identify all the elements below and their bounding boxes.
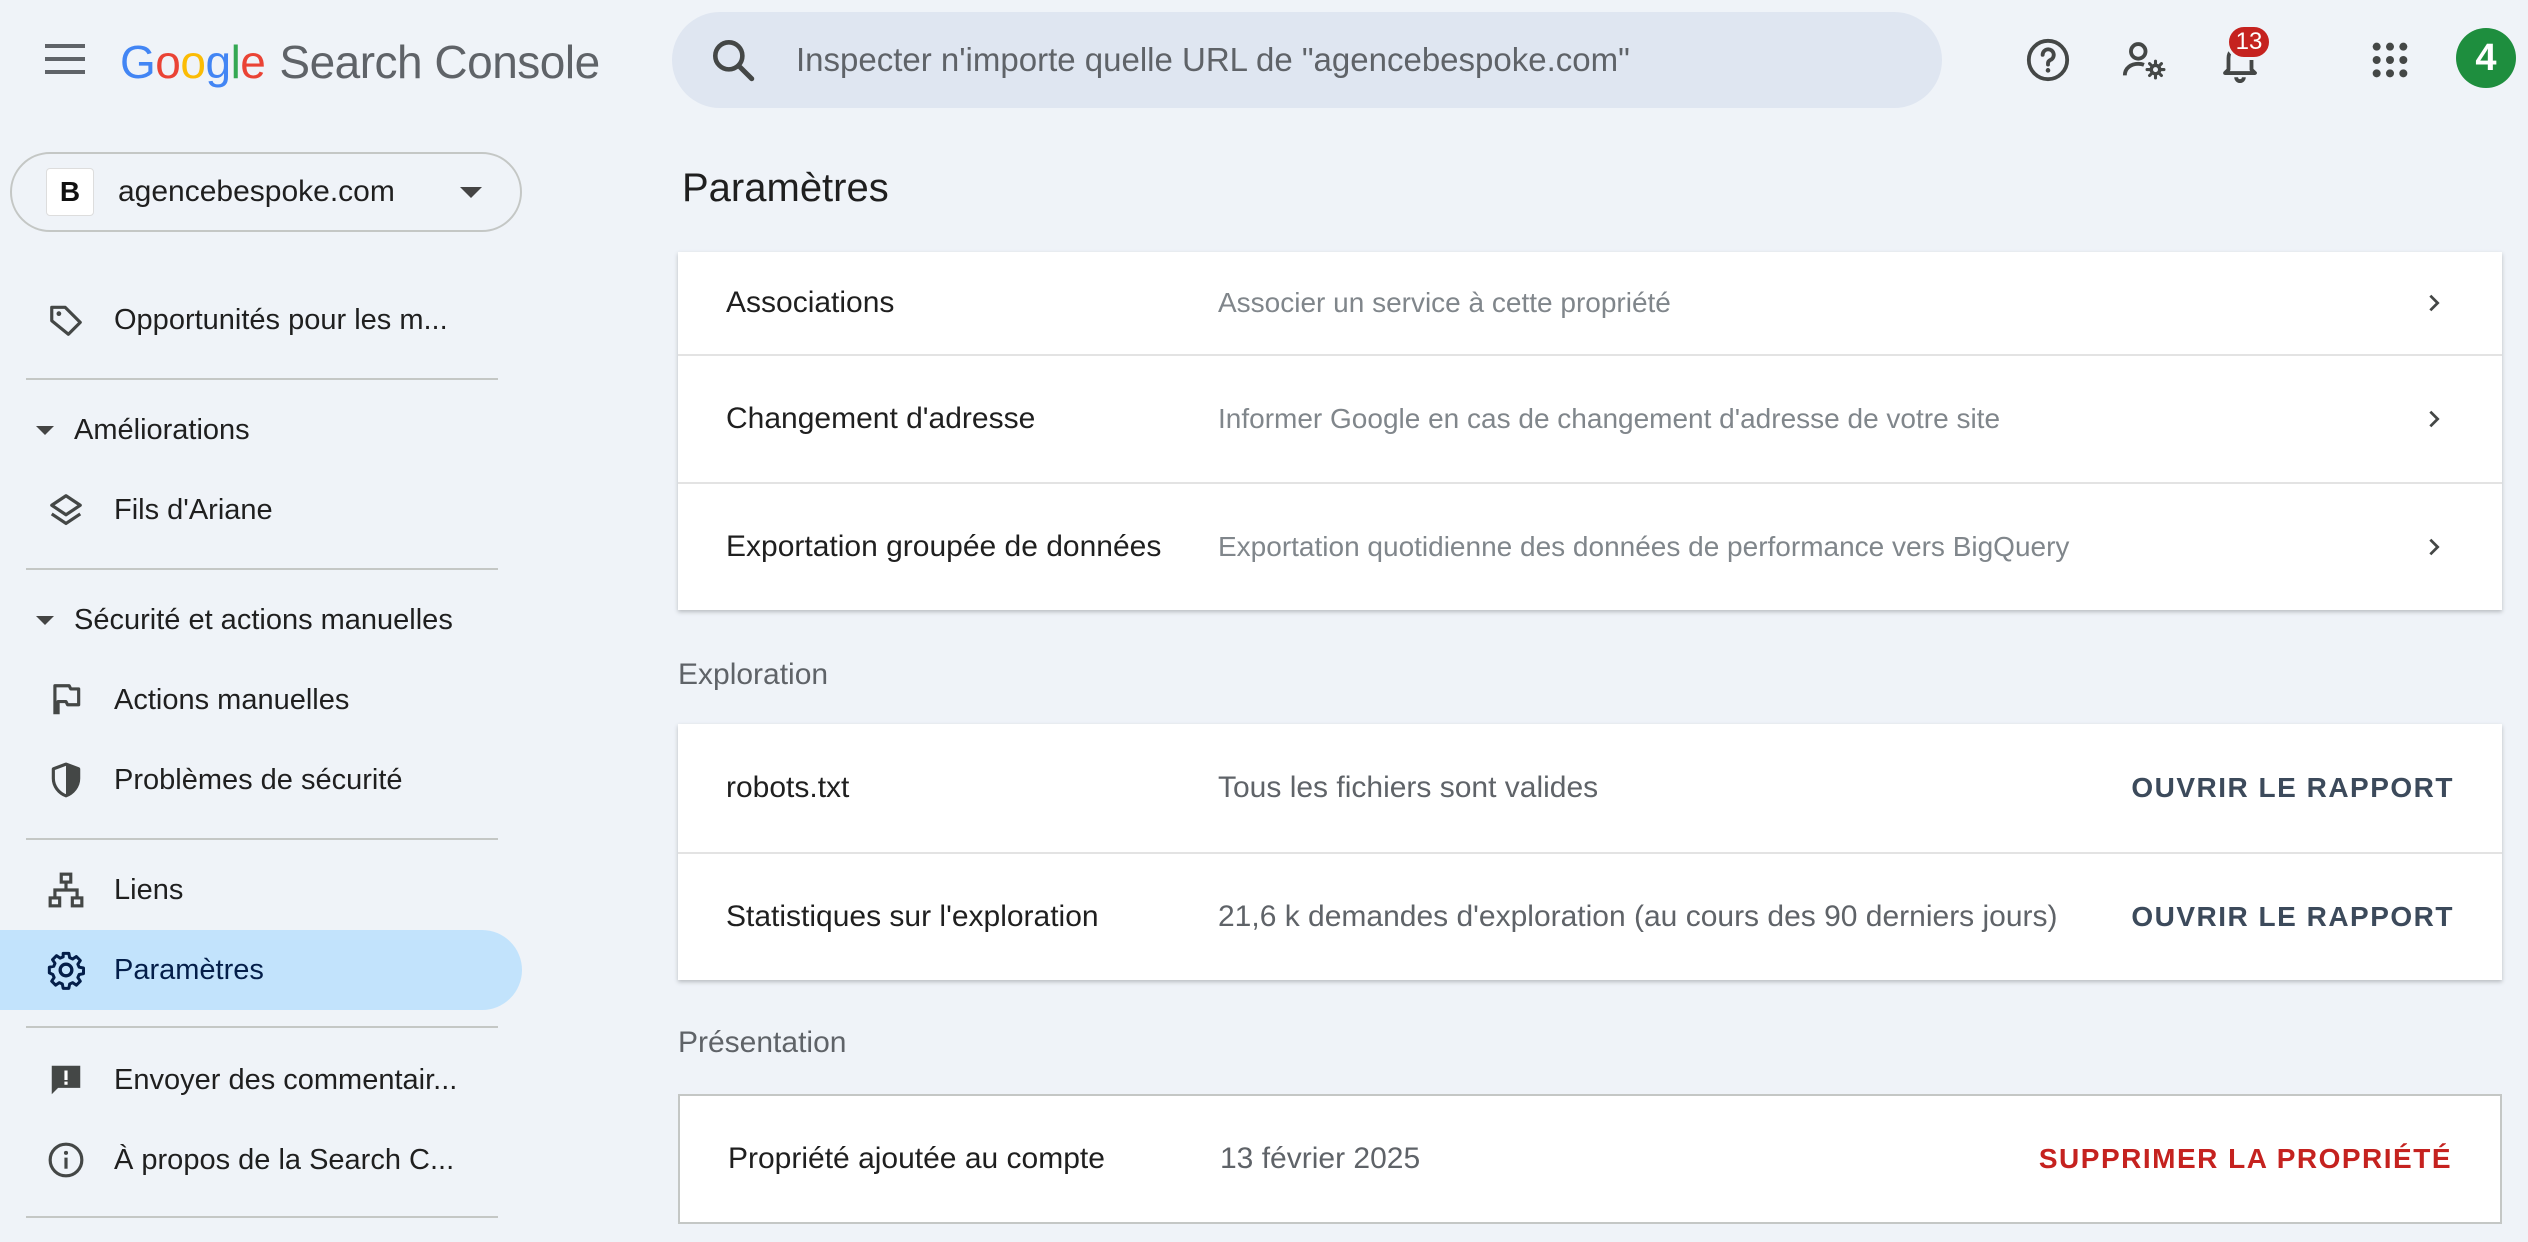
- search-console-logo[interactable]: Google Search Console: [120, 30, 600, 94]
- general-settings-card: Associations Associer un service à cette…: [678, 252, 2502, 610]
- property-name: agencebespoke.com: [118, 175, 395, 208]
- row-description: Informer Google en cas de changement d'a…: [1218, 403, 2001, 434]
- row-description: 21,6 k demandes d'exploration (au cours …: [1218, 900, 2058, 933]
- sidebar-item-feedback[interactable]: Envoyer des commentair...: [0, 1040, 522, 1120]
- chevron-right-icon: [2416, 529, 2452, 565]
- sitemap-icon: [44, 868, 88, 912]
- dropdown-caret-icon: [460, 186, 482, 198]
- sidebar-divider: [26, 1026, 498, 1028]
- collapse-caret-icon: [36, 425, 54, 435]
- logo-letter: g: [205, 36, 231, 88]
- sidebar-item-links[interactable]: Liens: [0, 850, 522, 930]
- menu-icon: [45, 44, 85, 74]
- section-heading-exploration: Exploration: [678, 658, 829, 691]
- sidebar-item-label: Actions manuelles: [114, 683, 350, 716]
- logo-letter: G: [120, 36, 156, 88]
- settings-row-bulk-export[interactable]: Exportation groupée de données Exportati…: [678, 482, 2502, 610]
- sidebar-item-breadcrumbs[interactable]: Fils d'Ariane: [0, 470, 522, 550]
- sidebar-item-label: Opportunités pour les m...: [114, 303, 448, 336]
- sidebar-item-label: Envoyer des commentair...: [114, 1063, 458, 1096]
- sidebar-item-label: Problèmes de sécurité: [114, 763, 403, 796]
- collapse-caret-icon: [36, 615, 54, 625]
- row-description: 13 février 2025: [1220, 1142, 1421, 1175]
- open-report-button[interactable]: OUVRIR LE RAPPORT: [2131, 772, 2454, 804]
- row-label: Associations: [726, 286, 895, 319]
- sidebar-item-label: Paramètres: [114, 953, 264, 986]
- search-icon: [713, 40, 755, 82]
- sidebar-item-security-issues[interactable]: Problèmes de sécurité: [0, 740, 522, 820]
- section-toggle-security[interactable]: Sécurité et actions manuelles: [0, 590, 522, 650]
- page-title: Paramètres: [682, 166, 889, 210]
- logo-letter: e: [240, 36, 266, 88]
- product-name: Search Console: [279, 36, 600, 88]
- help-icon: [2026, 38, 2070, 82]
- sidebar-item-label: Fils d'Ariane: [114, 493, 273, 526]
- row-description: Exportation quotidienne des données de p…: [1218, 531, 2070, 562]
- chevron-right-icon: [2416, 401, 2452, 437]
- sidebar-item-settings[interactable]: Paramètres: [0, 930, 522, 1010]
- sidebar-divider: [26, 568, 498, 570]
- logo-letter: o: [155, 36, 181, 88]
- shield-icon: [44, 758, 88, 802]
- sidebar-item-label: Liens: [114, 873, 184, 906]
- settings-row-robots-txt: robots.txt Tous les fichiers sont valide…: [678, 724, 2502, 852]
- presentation-card: Propriété ajoutée au compte 13 février 2…: [678, 1094, 2502, 1224]
- help-button[interactable]: [2016, 28, 2080, 92]
- layers-icon: [44, 488, 88, 532]
- row-label: Propriété ajoutée au compte: [728, 1142, 1105, 1175]
- row-label: Exportation groupée de données: [726, 530, 1162, 563]
- logo-letter: l: [230, 36, 241, 88]
- feedback-icon: [44, 1058, 88, 1102]
- settings-row-crawl-stats: Statistiques sur l'exploration 21,6 k de…: [678, 852, 2502, 980]
- sidebar-item-opportunities[interactable]: Opportunités pour les m...: [0, 280, 522, 360]
- info-icon: [44, 1138, 88, 1182]
- manage-users-icon: [2122, 42, 2166, 80]
- settings-row-change-of-address[interactable]: Changement d'adresse Informer Google en …: [678, 354, 2502, 482]
- manage-users-button[interactable]: [2112, 28, 2176, 92]
- sidebar-item-manual-actions[interactable]: Actions manuelles: [0, 660, 522, 740]
- row-description: Tous les fichiers sont valides: [1218, 771, 1599, 804]
- open-report-button[interactable]: OUVRIR LE RAPPORT: [2131, 901, 2454, 933]
- exploration-card: robots.txt Tous les fichiers sont valide…: [678, 724, 2502, 980]
- apps-button[interactable]: [2358, 28, 2422, 92]
- apps-grid-icon: [2372, 42, 2408, 78]
- sidebar-item-label: À propos de la Search C...: [114, 1143, 455, 1176]
- row-label: robots.txt: [726, 771, 850, 804]
- section-label: Améliorations: [74, 413, 250, 446]
- url-inspection-input[interactable]: [796, 41, 1896, 79]
- sidebar-item-about[interactable]: À propos de la Search C...: [0, 1120, 522, 1200]
- row-label: Changement d'adresse: [726, 402, 1036, 435]
- remove-property-button[interactable]: SUPPRIMER LA PROPRIÉTÉ: [2039, 1143, 2452, 1175]
- sidebar-divider: [26, 1216, 498, 1218]
- property-favicon: B: [46, 168, 94, 216]
- logo-letter: o: [180, 36, 206, 88]
- account-avatar[interactable]: 4: [2456, 28, 2516, 88]
- section-label: Sécurité et actions manuelles: [74, 603, 453, 636]
- property-selector[interactable]: B agencebespoke.com: [10, 152, 522, 232]
- main-menu-button[interactable]: [32, 26, 98, 92]
- flag-icon: [44, 678, 88, 722]
- tag-icon: [44, 298, 88, 342]
- section-toggle-ameliorations[interactable]: Améliorations: [0, 400, 522, 460]
- section-heading-presentation: Présentation: [678, 1026, 847, 1059]
- row-label: Statistiques sur l'exploration: [726, 900, 1099, 933]
- settings-row-associations[interactable]: Associations Associer un service à cette…: [678, 252, 2502, 354]
- url-inspection-bar[interactable]: [672, 12, 1942, 108]
- sidebar-divider: [26, 838, 498, 840]
- sidebar-divider: [26, 378, 498, 380]
- row-description: Associer un service à cette propriété: [1218, 287, 1671, 318]
- notification-count-badge: 13: [2226, 24, 2272, 60]
- settings-row-property-added: Propriété ajoutée au compte 13 février 2…: [680, 1096, 2500, 1222]
- chevron-right-icon: [2416, 285, 2452, 321]
- gear-icon: [44, 948, 88, 992]
